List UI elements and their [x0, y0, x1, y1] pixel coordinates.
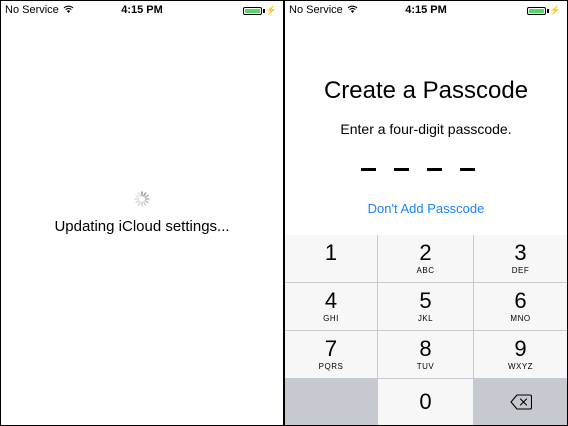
key-letters: PQRS	[318, 362, 344, 371]
key-digit: 7	[324, 336, 338, 361]
key-digit: 8	[419, 336, 432, 361]
icloud-update-screen: No Service 4:15 PM ⚡ Updating iCloud set…	[1, 1, 283, 425]
key-digit: 2	[419, 240, 432, 265]
battery-icon: ⚡	[526, 5, 561, 16]
key-digit: 9	[514, 336, 527, 361]
page-subtitle: Enter a four-digit passcode.	[340, 121, 512, 137]
key-digit: 4	[324, 288, 338, 313]
key-blank	[285, 379, 377, 425]
key-6[interactable]: 6 MNO	[474, 283, 567, 330]
status-time: 4:15 PM	[121, 4, 163, 16]
key-letters: WXYZ	[507, 362, 534, 371]
backspace-icon	[509, 394, 532, 410]
key-letters: TUV	[416, 362, 435, 371]
status-bar: No Service 4:15 PM ⚡	[1, 1, 283, 19]
key-letters: JKL	[417, 314, 434, 323]
key-4[interactable]: 4 GHI	[285, 283, 377, 330]
key-0[interactable]: 0	[378, 379, 473, 425]
key-2[interactable]: 2 ABC	[378, 235, 473, 282]
loading-message: Updating iCloud settings...	[54, 218, 230, 235]
passcode-screen: No Service 4:15 PM ⚡ Create a Passcode E…	[285, 1, 567, 425]
passcode-digit-3	[427, 168, 442, 171]
key-digit: 5	[419, 288, 432, 313]
key-7[interactable]: 7 PQRS	[285, 331, 377, 378]
key-letters: GHI	[323, 314, 339, 323]
key-5[interactable]: 5 JKL	[378, 283, 473, 330]
passcode-digit-1	[361, 168, 376, 171]
key-digit: 0	[419, 389, 432, 414]
backspace-key[interactable]	[474, 379, 567, 425]
passcode-digit-2	[394, 168, 409, 171]
key-digit: 1	[324, 240, 338, 265]
key-digit: 3	[514, 240, 527, 265]
battery-icon: ⚡	[242, 5, 277, 16]
key-digit: 6	[514, 288, 527, 313]
numeric-keypad: 1 2 ABC 3 DEF 4 GHI 5 JKL 6 MNO 7 PQRS 8	[285, 235, 567, 425]
key-1[interactable]: 1	[285, 235, 377, 282]
passcode-digit-4	[460, 168, 475, 171]
dont-add-passcode-link[interactable]: Don't Add Passcode	[285, 201, 567, 216]
key-letters: MNO	[510, 314, 531, 323]
page-title: Create a Passcode	[323, 77, 529, 104]
key-letters: ABC	[416, 266, 435, 275]
spinner-icon	[134, 191, 150, 207]
key-letters: DEF	[511, 266, 530, 275]
status-bar: No Service 4:15 PM ⚡	[285, 1, 567, 19]
key-3[interactable]: 3 DEF	[474, 235, 567, 282]
status-time: 4:15 PM	[405, 4, 447, 16]
key-9[interactable]: 9 WXYZ	[474, 331, 567, 378]
key-8[interactable]: 8 TUV	[378, 331, 473, 378]
passcode-digits	[361, 168, 475, 171]
